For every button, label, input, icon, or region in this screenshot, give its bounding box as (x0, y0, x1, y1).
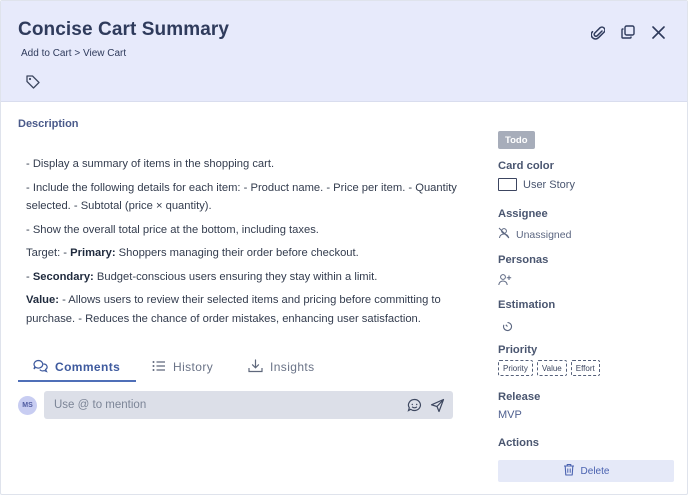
assignee-label: Assignee (498, 208, 548, 220)
paperclip-icon[interactable] (589, 23, 607, 41)
send-icon[interactable] (430, 398, 445, 413)
secondary-prefix: - (26, 270, 33, 283)
delete-label: Delete (580, 465, 610, 477)
comments-icon (33, 359, 48, 376)
primary-label: Primary: (70, 247, 116, 259)
card-color-selector[interactable]: User Story (498, 178, 575, 191)
priority-chips: Priority Value Effort (498, 360, 600, 376)
secondary-label: Secondary: (32, 270, 94, 283)
active-tab-indicator (18, 380, 136, 382)
description-target: Target: - Primary: Shoppers managing the… (26, 244, 466, 263)
add-persona-icon[interactable] (498, 273, 512, 291)
close-icon[interactable] (649, 23, 667, 41)
tab-comments[interactable]: Comments (33, 352, 120, 382)
header-actions (589, 23, 667, 41)
description-line: - Display a summary of items in the shop… (26, 158, 275, 170)
card-title[interactable]: Concise Cart Summary (18, 19, 229, 41)
description-secondary: - Secondary: Budget-conscious users ensu… (26, 268, 466, 287)
actions-label: Actions (498, 437, 540, 449)
trash-icon (563, 463, 575, 479)
assignee-value: Unassigned (516, 228, 572, 241)
tab-history[interactable]: History (152, 352, 213, 382)
priority-chip[interactable]: Priority (498, 360, 533, 376)
value-label: Value: (26, 294, 59, 306)
estimation-icon[interactable] (502, 319, 513, 337)
description-value: Value: - Allows users to review their se… (26, 291, 466, 328)
tab-insights-label: Insights (270, 360, 315, 374)
description-heading: Description (18, 118, 79, 130)
activity-tabs: Comments History Insights (18, 346, 468, 382)
target-prefix: Target: - (26, 247, 71, 259)
description-body[interactable]: - Display a summary of items in the shop… (26, 155, 466, 333)
description-line: - Include the following details for each… (26, 181, 457, 213)
description-line: - Show the overall total price at the bo… (26, 223, 319, 236)
status-badge[interactable]: Todo (498, 131, 535, 149)
emoji-comment-icon[interactable] (407, 398, 422, 413)
value-chip[interactable]: Value (536, 360, 567, 376)
tab-insights[interactable]: Insights (248, 352, 315, 382)
personas-label: Personas (498, 254, 549, 266)
unassigned-user-icon (498, 227, 510, 242)
list-icon (152, 360, 166, 375)
secondary-text: Budget-conscious users ensuring they sta… (93, 270, 378, 283)
comment-composer: MS (18, 391, 454, 419)
estimation-label: Estimation (498, 299, 556, 311)
comment-input[interactable] (54, 391, 384, 419)
tab-comments-label: Comments (55, 360, 121, 374)
color-swatch (498, 178, 517, 191)
effort-chip[interactable]: Effort (570, 360, 600, 376)
priority-label: Priority (498, 344, 538, 356)
download-icon (248, 358, 263, 376)
primary-text: Shoppers managing their order before che… (115, 247, 359, 259)
card-header: Concise Cart Summary Add to Cart > View … (1, 1, 687, 102)
breadcrumb[interactable]: Add to Cart > View Cart (21, 48, 126, 59)
card-detail-panel: Concise Cart Summary Add to Cart > View … (0, 0, 688, 495)
comment-box (44, 391, 453, 419)
tab-history-label: History (173, 360, 214, 374)
assignee-selector[interactable]: Unassigned (498, 227, 571, 242)
card-color-label: Card color (498, 160, 554, 172)
value-text: - Allows users to review their selected … (26, 294, 441, 325)
release-value[interactable]: MVP (498, 409, 522, 421)
card-color-value: User Story (523, 178, 575, 191)
delete-button[interactable]: Delete (498, 460, 674, 482)
avatar: MS (18, 396, 37, 415)
copy-icon[interactable] (619, 23, 637, 41)
tag-icon[interactable] (25, 74, 41, 90)
release-label: Release (498, 391, 541, 403)
